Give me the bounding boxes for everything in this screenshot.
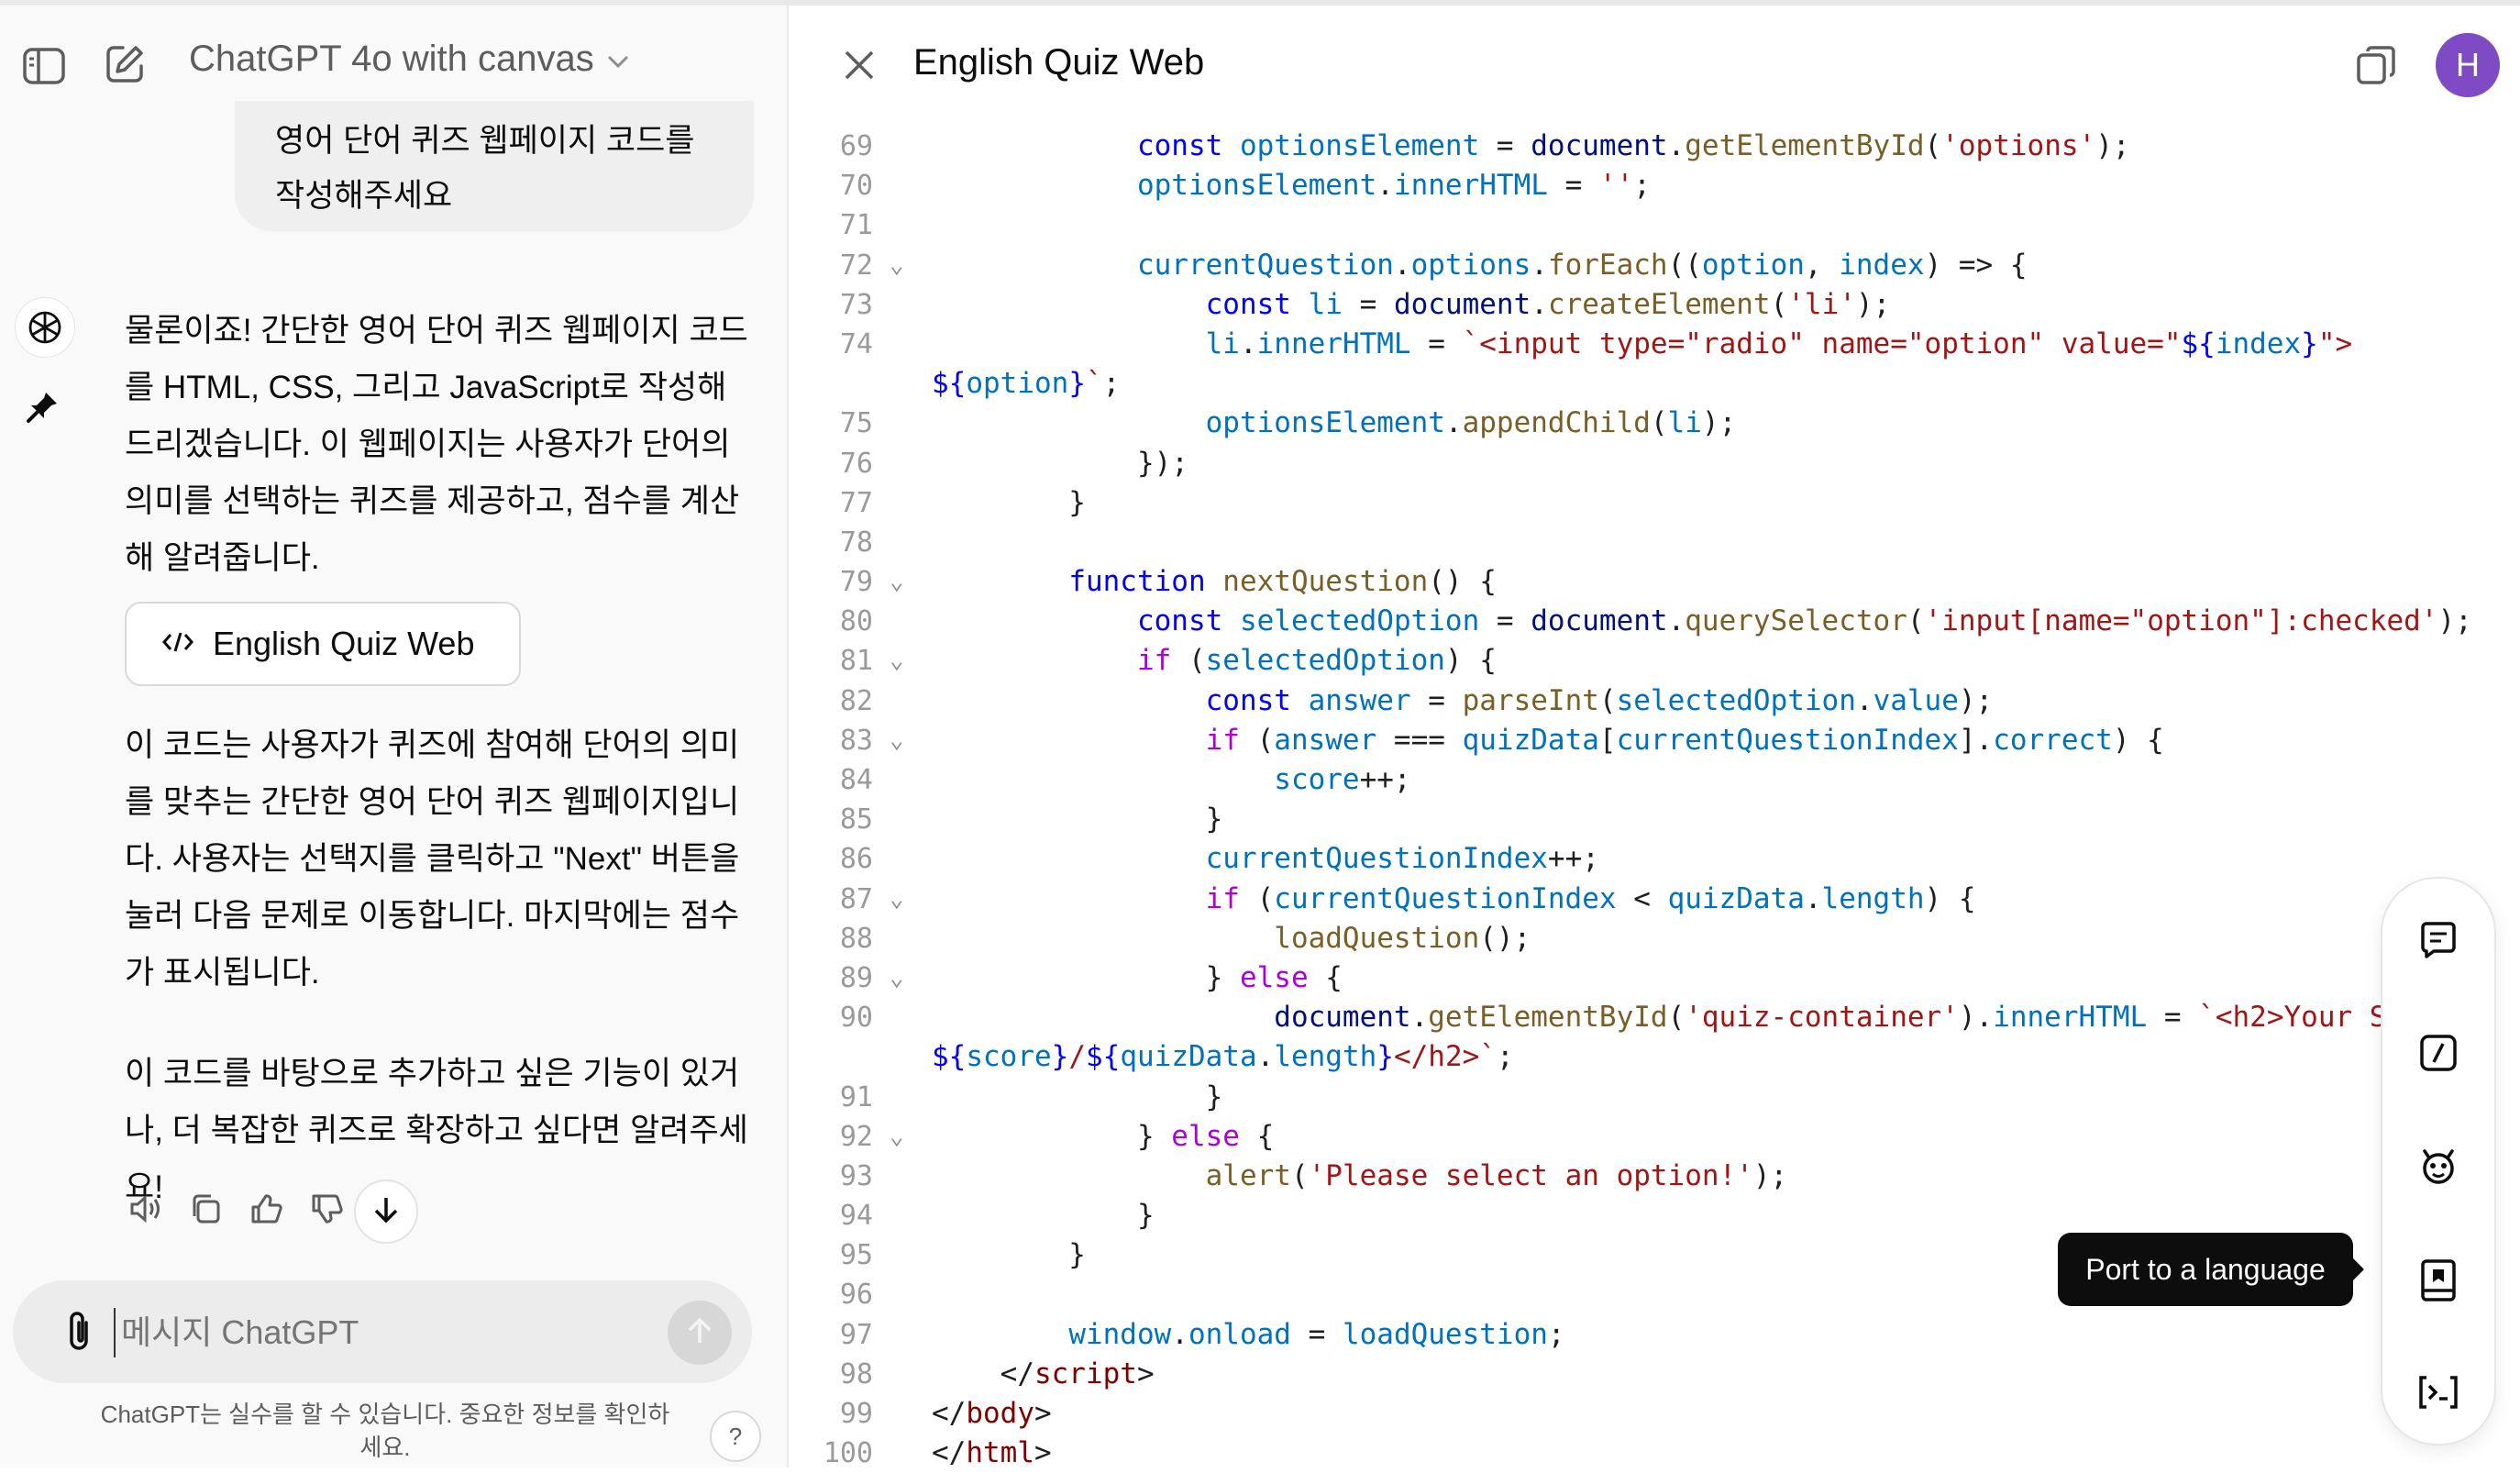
- canvas-card-label: English Quiz Web: [213, 625, 475, 662]
- fold-chevron-icon[interactable]: ⌄: [890, 880, 912, 919]
- chevron-down-icon: [605, 39, 631, 80]
- code-line: 71: [839, 209, 873, 242]
- code-line: 93 alert('Please select an option!');: [839, 1158, 1788, 1192]
- canvas-editor-panel: English Quiz Web H 69 const optionsEleme…: [789, 6, 2520, 1469]
- assistant-message-intro: 물론이죠! 간단한 영어 단어 퀴즈 웹페이지 코드를 HTML, CSS, 그…: [125, 313, 748, 576]
- pin-icon[interactable]: [24, 389, 64, 429]
- document-title: English Quiz Web: [913, 42, 1205, 83]
- message-actions: [125, 1180, 347, 1238]
- code-line: 82 const answer = parseInt(selectedOptio…: [839, 683, 1994, 717]
- model-selector[interactable]: ChatGPT 4o with canvas: [189, 39, 631, 80]
- canvas-document-card[interactable]: English Quiz Web: [125, 602, 521, 686]
- disclaimer-text: ChatGPT는 실수를 할 수 있습니다. 중요한 정보를 확인하세요.: [100, 1401, 670, 1461]
- speaker-icon[interactable]: [125, 1189, 165, 1229]
- copy-icon[interactable]: [185, 1189, 226, 1229]
- fold-chevron-icon[interactable]: ⌄: [890, 721, 912, 760]
- canvas-tool-rail: [2381, 877, 2496, 1445]
- code-line: 89 ⌄ } else {: [789, 958, 2520, 998]
- code-line: 98 </script>: [839, 1357, 1155, 1390]
- code-line: 90 document.getElementById('quiz-contain…: [839, 1001, 2387, 1035]
- code-line: 91 }: [839, 1080, 1223, 1113]
- code-line: 94 }: [839, 1199, 1155, 1233]
- slash-box-icon[interactable]: [2413, 1027, 2464, 1079]
- fold-chevron-icon[interactable]: ⌄: [890, 1117, 912, 1157]
- code-line: 81 ⌄ if (selectedOption) {: [789, 641, 2520, 681]
- code-line: 80 const selectedOption = document.query…: [839, 604, 2472, 638]
- fold-chevron-icon[interactable]: ⌄: [890, 562, 912, 602]
- code-line: 84 score++;: [839, 763, 1411, 796]
- close-icon[interactable]: [833, 39, 886, 92]
- code-line: 87 ⌄ if (currentQuestionIndex < quizData.…: [789, 880, 2520, 919]
- code-line: 88 loadQuestion();: [839, 921, 1531, 955]
- scroll-to-bottom-button[interactable]: [354, 1180, 418, 1244]
- code-line: ${option}`;: [932, 367, 1121, 401]
- code-line: 79 ⌄ function nextQuestion() {: [789, 562, 2520, 602]
- openai-logo-icon: [15, 297, 75, 358]
- paperclip-icon[interactable]: [53, 1306, 105, 1357]
- code-line: 76 });: [839, 446, 1188, 480]
- code-icon: [161, 625, 194, 663]
- code-line: 77 }: [839, 485, 1086, 519]
- help-button[interactable]: ?: [710, 1411, 761, 1462]
- fold-chevron-icon[interactable]: ⌄: [890, 958, 912, 998]
- code-line: 97 window.onload = loadQuestion;: [839, 1317, 1565, 1351]
- fold-chevron-icon[interactable]: ⌄: [890, 246, 912, 285]
- sidebar-toggle-icon[interactable]: [17, 39, 72, 94]
- message-composer: [13, 1280, 752, 1383]
- code-line: 72 ⌄ currentQuestion.options.forEach((opt…: [789, 246, 2520, 285]
- thumbs-down-icon[interactable]: [306, 1189, 347, 1229]
- console-icon[interactable]: [2413, 1367, 2464, 1418]
- bug-icon[interactable]: [2413, 1141, 2464, 1192]
- comment-icon[interactable]: [2413, 915, 2464, 967]
- duplicate-icon[interactable]: [2348, 37, 2404, 94]
- port-language-icon[interactable]: [2413, 1255, 2464, 1306]
- code-line: 85 }: [839, 803, 1223, 836]
- tooltip-port-language: Port to a language: [2058, 1233, 2364, 1306]
- user-message: 영어 단어 퀴즈 웹페이지 코드를 작성해주세요: [235, 101, 754, 231]
- code-line: ${score}/${quizData.length}</h2>`;: [932, 1040, 1514, 1074]
- send-button[interactable]: [668, 1301, 732, 1365]
- code-line: 75 optionsElement.appendChild(li);: [839, 406, 1737, 440]
- assistant-message-explain: 이 코드는 사용자가 퀴즈에 참여해 단어의 의미를 맞추는 간단한 영어 단어…: [125, 727, 740, 991]
- fold-chevron-icon[interactable]: ⌄: [890, 641, 912, 681]
- model-title: ChatGPT 4o with canvas: [189, 39, 594, 79]
- code-line: 74 li.innerHTML = `<input type="radio" n…: [839, 327, 2353, 360]
- code-line: 73 const li = document.createElement('li…: [839, 287, 1891, 321]
- message-input[interactable]: [114, 1308, 655, 1357]
- code-line: 83 ⌄ if (answer === quizData[currentQuest…: [789, 721, 2520, 760]
- arrow-up-icon: [684, 1315, 715, 1351]
- code-line: 69 const optionsElement = document.getEl…: [839, 129, 2130, 162]
- arrow-down-icon: [370, 1194, 402, 1230]
- new-chat-icon[interactable]: [97, 37, 152, 92]
- chat-panel: ChatGPT 4o with canvas 영어 단어 퀴즈 웹페이지 코드를…: [0, 6, 787, 1467]
- code-line: 78: [839, 526, 873, 559]
- code-line: 70 optionsElement.innerHTML = '';: [839, 169, 1651, 203]
- code-line: 92 ⌄ } else {: [789, 1117, 2520, 1157]
- code-line: 99 </body>: [839, 1397, 1052, 1430]
- code-line: 86 currentQuestionIndex++;: [839, 842, 1599, 876]
- thumbs-up-icon[interactable]: [246, 1189, 286, 1229]
- avatar[interactable]: H: [2436, 33, 2500, 97]
